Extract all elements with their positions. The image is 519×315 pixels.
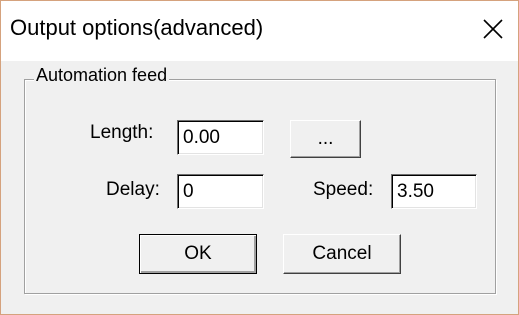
delay-label: Delay: [106, 179, 160, 200]
window-title: Output options(advanced) [10, 15, 264, 40]
length-input[interactable] [177, 120, 264, 155]
dialog-window: Output options(advanced) Automation feed… [0, 0, 519, 315]
delay-input[interactable] [177, 174, 264, 209]
close-button[interactable] [473, 9, 513, 49]
speed-input[interactable] [391, 174, 477, 209]
title-bar[interactable]: Output options(advanced) [1, 1, 518, 61]
ok-button[interactable]: OK [139, 234, 257, 274]
speed-label: Speed: [313, 179, 374, 200]
browse-button[interactable]: ... [290, 120, 361, 158]
group-label: Automation feed [34, 65, 170, 86]
length-label: Length: [90, 122, 154, 143]
close-icon [483, 19, 503, 39]
cancel-button[interactable]: Cancel [283, 234, 401, 274]
